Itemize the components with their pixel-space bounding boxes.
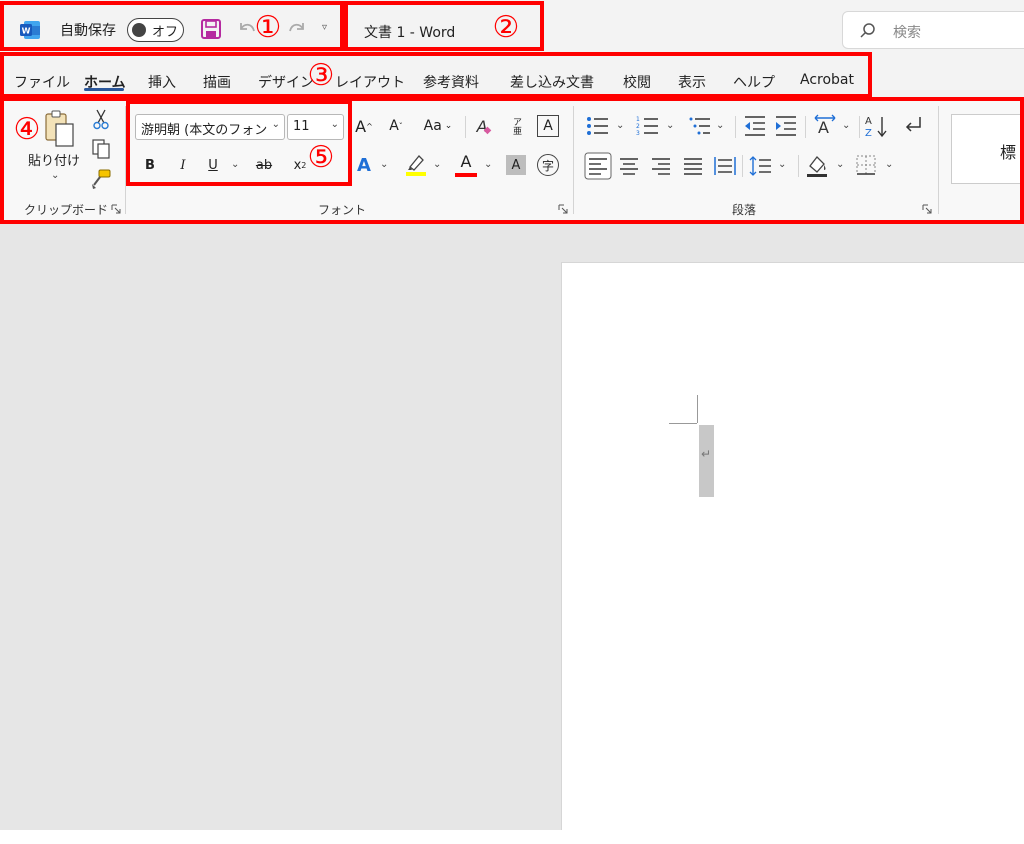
annotation-number-1: ① <box>254 10 282 45</box>
bottom-edge <box>0 830 1024 844</box>
annotation-number-4: ④ <box>13 112 41 147</box>
search-placeholder: 検索 <box>893 25 921 41</box>
paragraph-mark: ↵ <box>701 447 712 461</box>
search-icon <box>860 23 875 38</box>
search-box[interactable]: 検索 <box>842 11 1024 49</box>
annotation-number-5: ⑤ <box>307 140 335 175</box>
annotation-number-3: ③ <box>307 58 335 93</box>
margin-corner-mark <box>669 423 697 424</box>
annotation-number-2: ② <box>492 10 520 45</box>
annotation-box-1 <box>0 1 344 51</box>
margin-corner-mark <box>697 395 698 423</box>
document-canvas[interactable]: ↵ <box>0 222 1024 830</box>
annotation-box-3 <box>0 52 872 98</box>
document-page[interactable]: ↵ <box>561 262 1024 830</box>
text-cursor-line <box>699 425 714 497</box>
